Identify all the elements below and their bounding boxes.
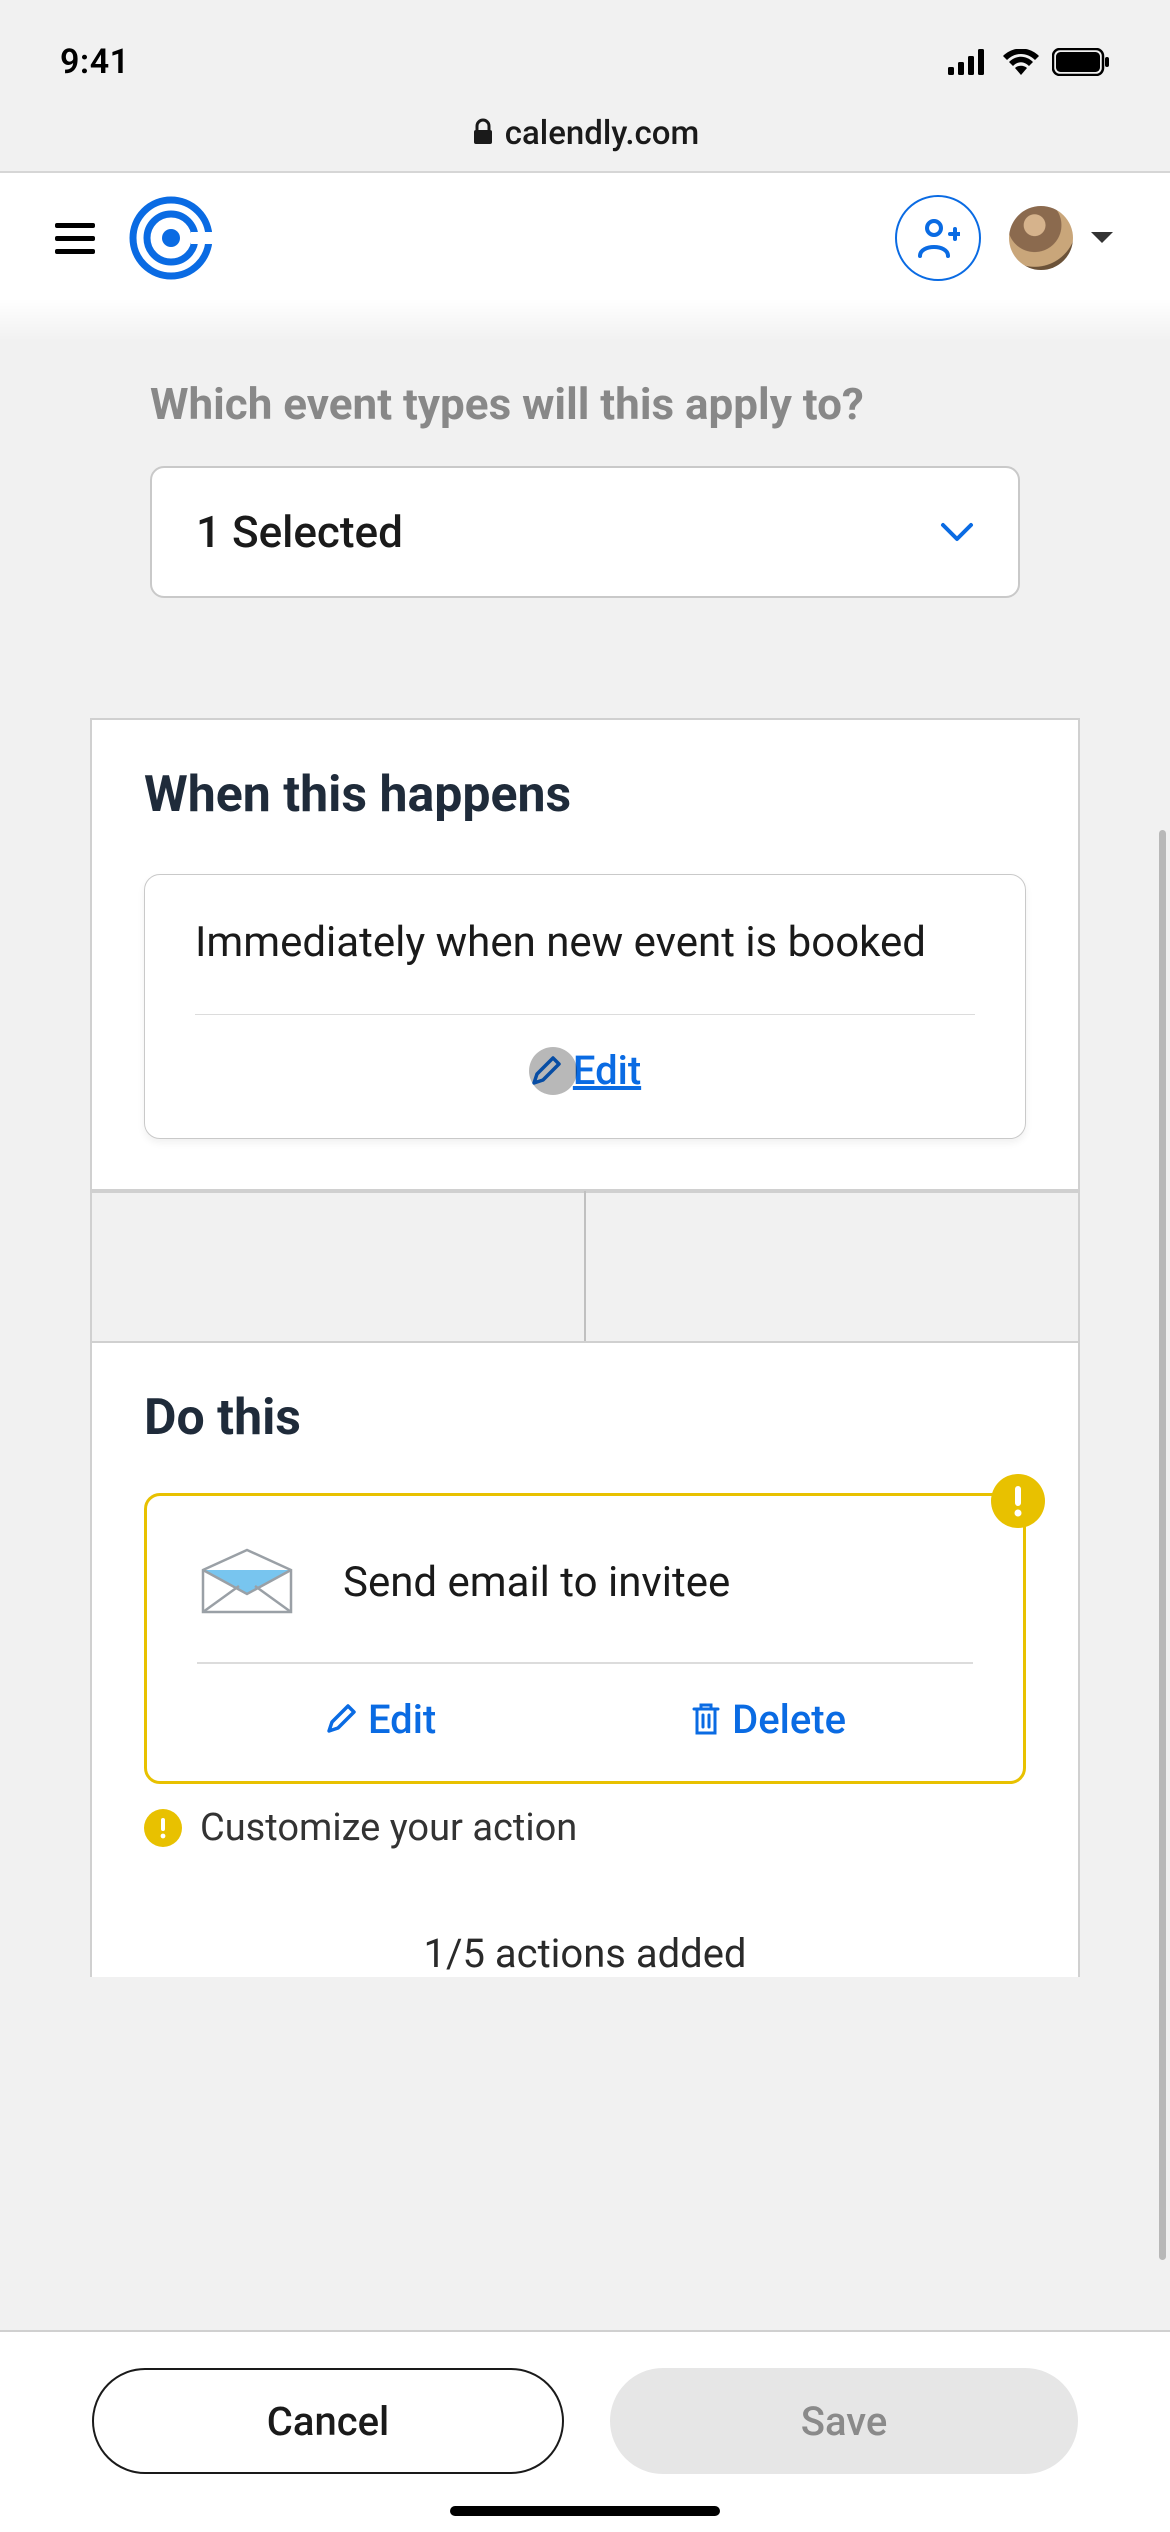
person-add-icon: [916, 216, 960, 260]
browser-url-bar[interactable]: calendly.com: [0, 106, 1170, 171]
url-text: calendly.com: [505, 114, 699, 153]
trigger-panel: When this happens Immediately when new e…: [90, 718, 1080, 1191]
action-heading: Do this: [92, 1343, 1078, 1483]
app-header: [0, 173, 1170, 341]
customize-warning-row: Customize your action: [92, 1806, 1078, 1862]
bottom-bar: Cancel Save: [0, 2330, 1170, 2532]
action-panel: Do this Send email to invitee Edit: [90, 1343, 1080, 1977]
action-edit-button[interactable]: Edit: [324, 1696, 436, 1743]
status-time: 9:41: [60, 42, 130, 82]
pencil-icon: [324, 1702, 358, 1736]
event-types-select[interactable]: 1 Selected: [150, 466, 1020, 598]
trash-icon: [690, 1701, 722, 1737]
invite-button[interactable]: [895, 195, 981, 281]
action-delete-button[interactable]: Delete: [690, 1696, 846, 1743]
workflow-content: Which event types will this apply to? 1 …: [0, 400, 1170, 2532]
avatar[interactable]: [1009, 206, 1073, 270]
lock-icon: [471, 118, 495, 150]
pencil-icon: [529, 1054, 563, 1088]
status-icons: [948, 48, 1110, 76]
battery-icon: [1052, 48, 1110, 76]
trigger-edit-button[interactable]: Edit: [529, 1047, 641, 1094]
trigger-heading: When this happens: [92, 720, 1078, 860]
save-button[interactable]: Save: [610, 2368, 1078, 2474]
exclamation-icon: [1012, 1484, 1024, 1518]
edit-label: Edit: [368, 1696, 436, 1743]
cellular-icon: [948, 49, 990, 75]
account-menu-chevron[interactable]: [1089, 230, 1115, 246]
actions-count: 1/5 actions added: [92, 1930, 1078, 1977]
chevron-down-icon: [1089, 230, 1115, 246]
action-title: Send email to invitee: [343, 1558, 730, 1607]
wifi-icon: [1002, 49, 1040, 75]
trigger-description: Immediately when new event is booked: [195, 913, 975, 1014]
warning-icon: [144, 1809, 182, 1847]
envelope-icon: [197, 1546, 297, 1618]
warning-badge: [991, 1474, 1045, 1528]
select-value: 1 Selected: [196, 506, 403, 558]
cancel-button[interactable]: Cancel: [92, 2368, 564, 2474]
warning-text: Customize your action: [200, 1806, 577, 1850]
calendly-logo[interactable]: [129, 196, 213, 280]
action-card: Send email to invitee Edit Delete: [144, 1493, 1026, 1784]
scrollbar[interactable]: [1159, 830, 1166, 2260]
edit-label: Edit: [573, 1047, 641, 1094]
flow-connector: [90, 1191, 1080, 1343]
home-indicator[interactable]: [450, 2506, 720, 2516]
menu-button[interactable]: [55, 223, 95, 254]
event-types-question: Which event types will this apply to?: [0, 378, 1170, 430]
chevron-down-icon: [940, 522, 974, 542]
status-bar: 9:41: [0, 0, 1170, 106]
trigger-card: Immediately when new event is booked Edi…: [144, 874, 1026, 1139]
delete-label: Delete: [732, 1696, 846, 1743]
